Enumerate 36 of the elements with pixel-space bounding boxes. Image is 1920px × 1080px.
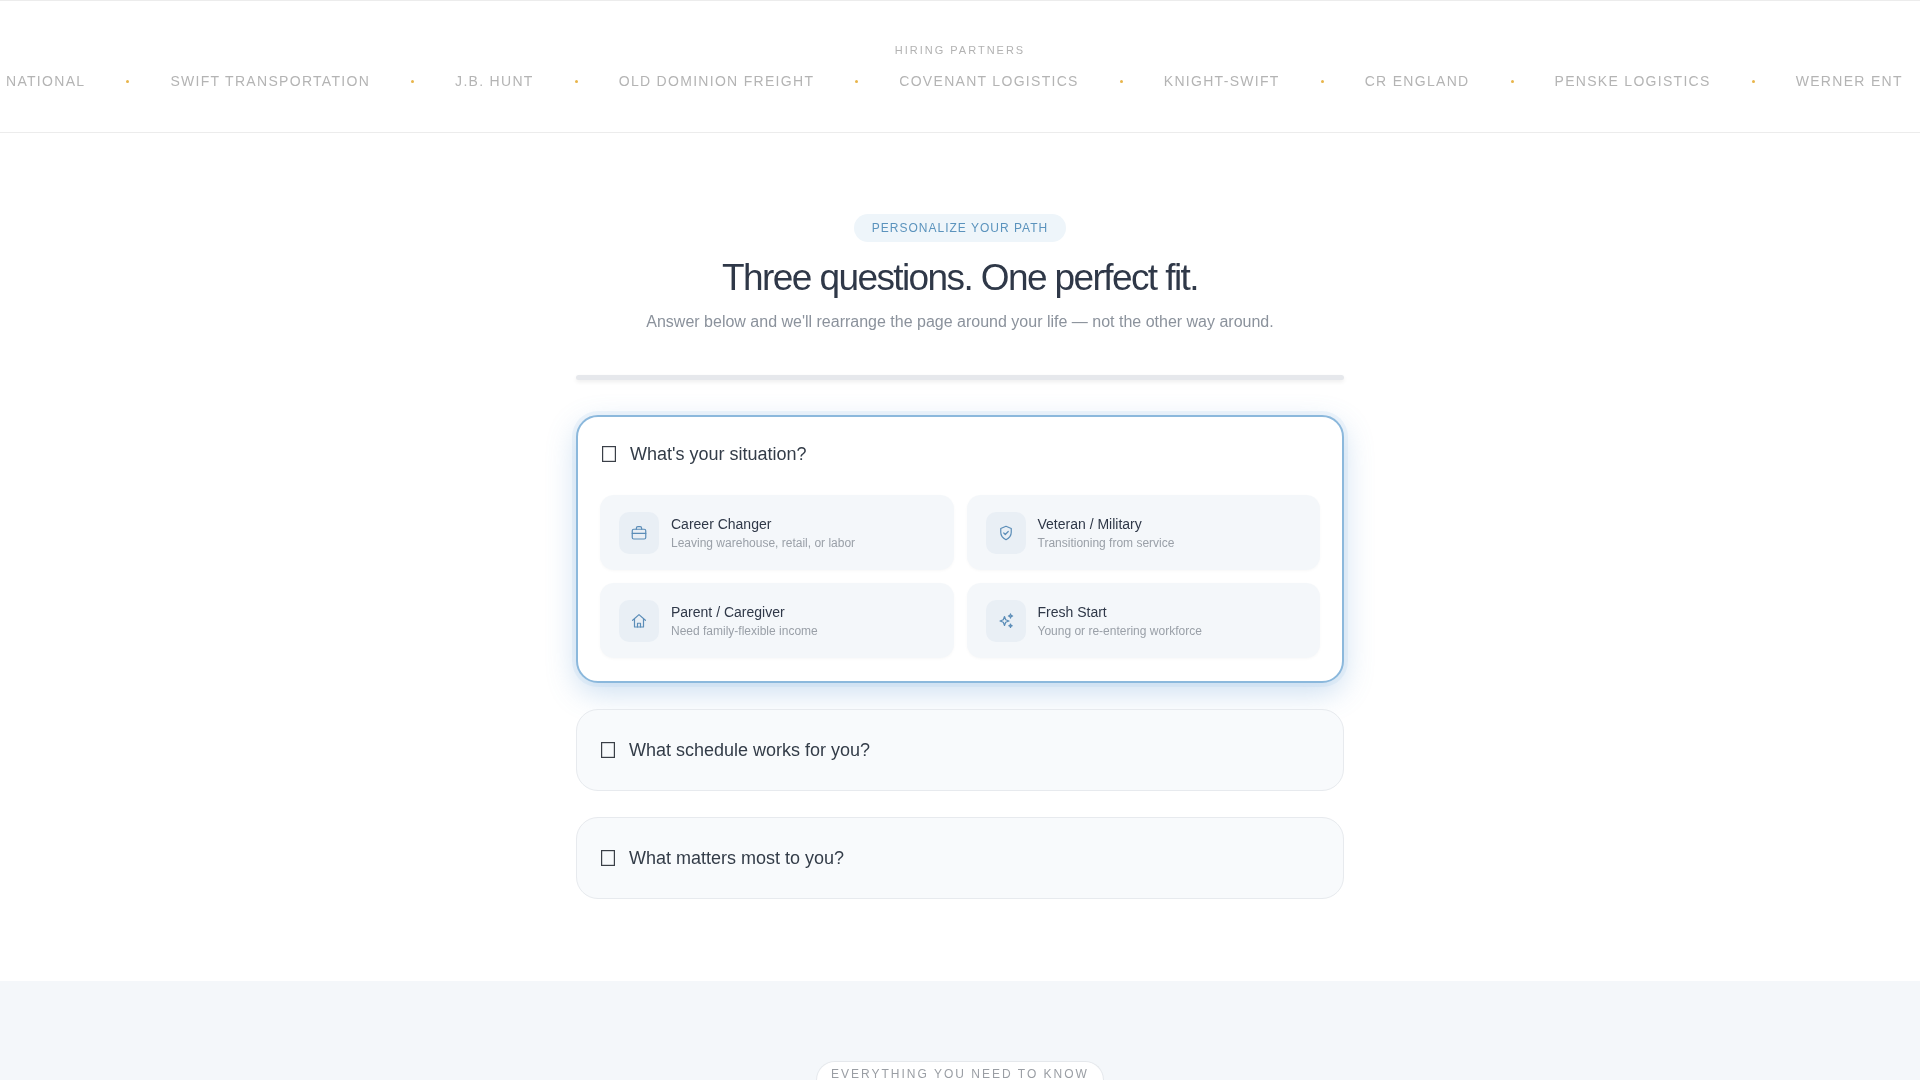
- section-tag: PERSONALIZE YOUR PATH: [853, 214, 1067, 242]
- page-subtitle: Answer below and we'll rearrange the page around your life — not the other way around.: [645, 312, 1275, 332]
- section-label: HIRING PARTNERS: [894, 43, 1026, 57]
- house-icon: [619, 599, 659, 642]
- separator-dot-icon: [1119, 79, 1123, 83]
- sparkles-icon: [985, 599, 1026, 642]
- separator-dot-icon: [574, 79, 578, 83]
- empty-square-icon: [602, 446, 616, 462]
- partner-name: J.B. HUNT: [455, 73, 534, 89]
- partner-name: COVENANT LOGISTICS: [899, 73, 1079, 89]
- separator-dot-icon: [126, 79, 130, 83]
- question-toggle[interactable]: What's your situation?: [600, 417, 807, 495]
- shield-check-icon: [985, 511, 1026, 554]
- separator-dot-icon: [1320, 79, 1324, 83]
- separator-dot-icon: [411, 79, 415, 83]
- partner-name: WERNER ENT: [1795, 73, 1903, 89]
- answer-option[interactable]: Career Changer Leaving warehouse, retail, or labor: [600, 495, 954, 570]
- section-tag: EVERYTHING YOU NEED TO KNOW: [816, 1061, 1104, 1080]
- empty-square-icon: [601, 850, 615, 866]
- partner-name: NATIONAL: [6, 73, 86, 89]
- partner-name: KNIGHT-SWIFT: [1163, 73, 1280, 89]
- empty-square-icon: [601, 742, 615, 758]
- partner-name: OLD DOMINION FREIGHT: [618, 73, 815, 89]
- briefcase-icon: [619, 511, 659, 554]
- answer-option[interactable]: Fresh Start Young or re-entering workforce: [966, 583, 1320, 658]
- separator-dot-icon: [1751, 79, 1755, 83]
- separator-dot-icon: [1510, 79, 1514, 83]
- separator-dot-icon: [855, 79, 859, 83]
- page-heading: Three questions. One perfect fit.: [721, 256, 1199, 300]
- partner-name: PENSKE LOGISTICS: [1554, 73, 1711, 89]
- question-toggle[interactable]: What schedule works for you?: [599, 710, 871, 790]
- answer-option[interactable]: Veteran / Military Transitioning from service: [966, 495, 1320, 570]
- answer-option[interactable]: Parent / Caregiver Need family-flexible income: [600, 583, 954, 658]
- partner-name: CR ENGLAND: [1364, 73, 1470, 89]
- partner-name: SWIFT TRANSPORTATION: [170, 73, 371, 89]
- question-toggle[interactable]: What matters most to you?: [599, 818, 845, 898]
